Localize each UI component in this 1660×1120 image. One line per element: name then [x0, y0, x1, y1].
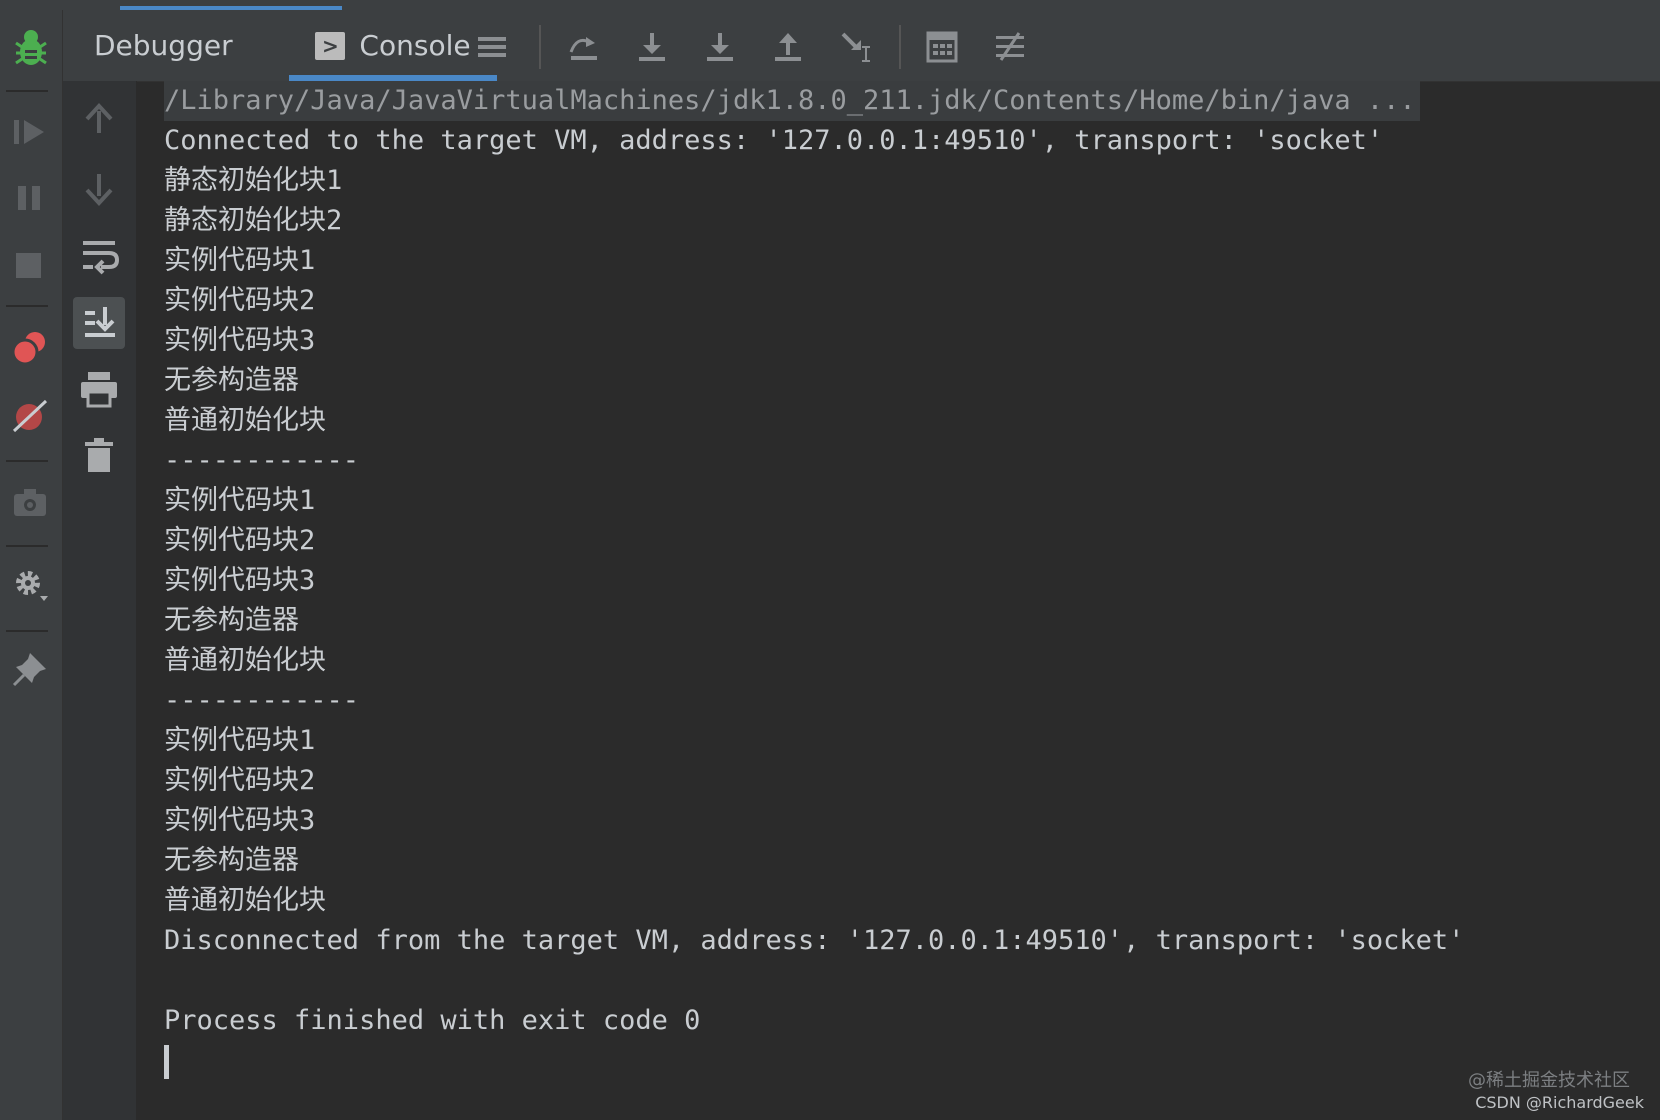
console-line: 实例代码块3	[164, 565, 316, 596]
threads-list-icon[interactable]	[475, 30, 509, 64]
text-cursor	[164, 1045, 169, 1079]
console-line: 无参构造器	[164, 845, 299, 876]
trace-settings-icon[interactable]	[993, 30, 1027, 64]
top-strip	[0, 0, 1660, 11]
debug-toolbar: Debugger > Console	[63, 10, 1660, 82]
evaluate-expression-icon[interactable]	[925, 30, 959, 64]
tab-console-label: Console	[359, 29, 471, 62]
console-line: ------------	[164, 445, 360, 476]
watermark-csdn: CSDN @RichardGeek	[1475, 1093, 1644, 1112]
debug-left-toolbar	[0, 10, 63, 1120]
pause-icon[interactable]	[8, 175, 54, 221]
resume-icon[interactable]	[8, 109, 54, 155]
step-into-icon[interactable]	[635, 30, 669, 64]
console-line: 静态初始化块1	[164, 165, 343, 196]
mute-breakpoints-icon[interactable]	[8, 393, 54, 439]
console-line: 静态初始化块2	[164, 205, 343, 236]
camera-icon[interactable]	[8, 480, 54, 526]
console-line: 实例代码块3	[164, 325, 316, 356]
console-line: Process finished with exit code 0	[164, 1005, 701, 1036]
up-arrow-icon[interactable]	[73, 95, 125, 147]
clear-all-icon[interactable]	[73, 430, 125, 482]
left-separator	[6, 90, 48, 92]
force-step-into-icon[interactable]	[703, 30, 737, 64]
console-output[interactable]: /Library/Java/JavaVirtualMachines/jdk1.8…	[164, 81, 1644, 1081]
left-separator	[6, 630, 48, 632]
console-side-toolbar	[63, 81, 137, 1120]
debug-bug-icon	[8, 25, 54, 71]
left-separator	[6, 545, 48, 547]
tab-debugger[interactable]: Debugger	[94, 10, 233, 81]
left-separator	[6, 305, 48, 307]
step-out-icon[interactable]	[771, 30, 805, 64]
console-line: 实例代码块3	[164, 805, 316, 836]
down-arrow-icon[interactable]	[73, 162, 125, 214]
pin-icon[interactable]	[8, 647, 54, 693]
console-line: 实例代码块1	[164, 245, 316, 276]
view-breakpoints-icon[interactable]	[8, 325, 54, 371]
console-line: 实例代码块2	[164, 525, 316, 556]
console-line: 普通初始化块	[164, 885, 326, 916]
console-command-line[interactable]: /Library/Java/JavaVirtualMachines/jdk1.8…	[164, 81, 1420, 121]
console-line: ------------	[164, 685, 360, 716]
console-line: 实例代码块2	[164, 765, 316, 796]
console-line: 实例代码块2	[164, 285, 316, 316]
soft-wrap-icon[interactable]	[73, 229, 125, 281]
console-line: 普通初始化块	[164, 645, 326, 676]
step-over-icon[interactable]	[567, 30, 601, 64]
stop-icon[interactable]	[8, 242, 54, 288]
toolbar-separator	[899, 25, 901, 69]
watermark-juejin: @稀土掘金技术社区	[1468, 1070, 1630, 1091]
console-line: 无参构造器	[164, 605, 299, 636]
print-icon[interactable]	[73, 364, 125, 416]
left-separator	[6, 460, 48, 462]
console-line: Disconnected from the target VM, address…	[164, 925, 1465, 956]
console-line: 普通初始化块	[164, 405, 326, 436]
run-to-cursor-icon[interactable]	[839, 30, 873, 64]
tab-console[interactable]: > Console	[289, 10, 497, 81]
scroll-to-end-icon[interactable]	[73, 297, 125, 349]
settings-icon[interactable]	[8, 562, 54, 608]
console-icon: >	[315, 31, 346, 60]
console-line: 实例代码块1	[164, 725, 316, 756]
toolbar-separator	[539, 25, 541, 69]
console-line: 无参构造器	[164, 365, 299, 396]
console-line: Connected to the target VM, address: '12…	[164, 125, 1384, 156]
console-line: 实例代码块1	[164, 485, 316, 516]
